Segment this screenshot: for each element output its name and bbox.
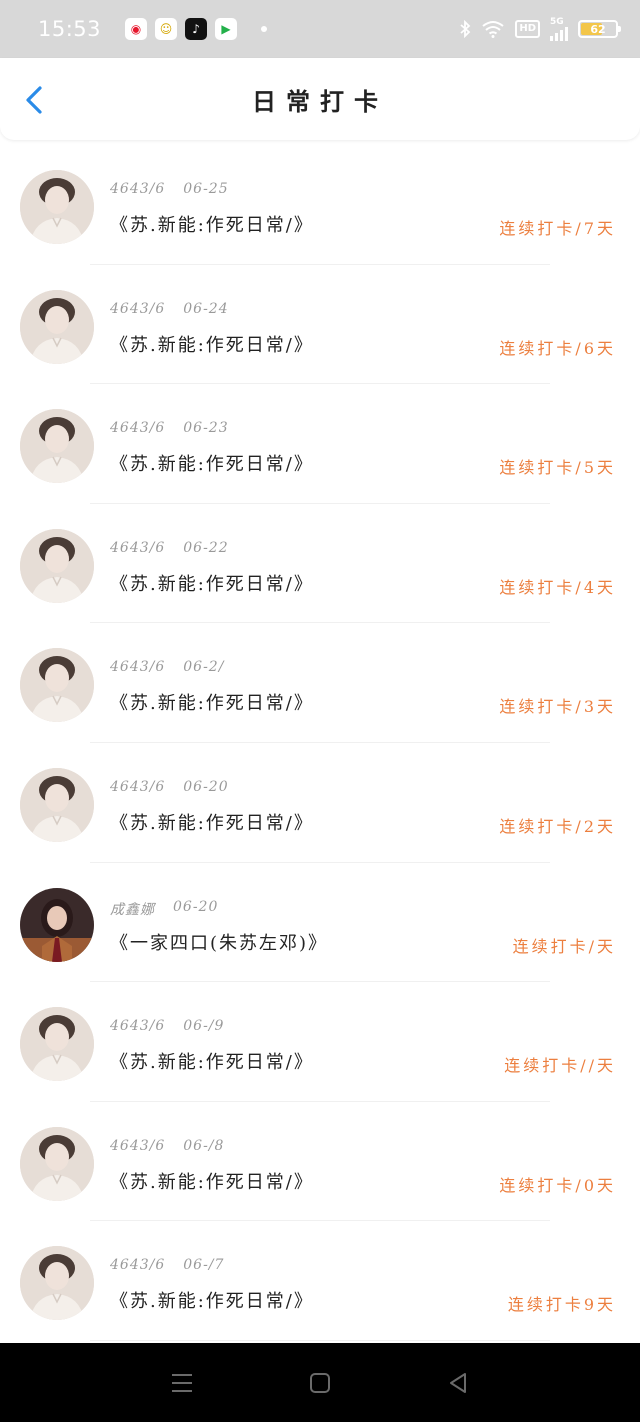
- checkin-list-item[interactable]: 成鑫娜 06-20 《一家四口(朱苏左邓)》 连续打卡/天: [0, 863, 640, 983]
- entry-title[interactable]: 《苏.新能:作死日常/》: [110, 1287, 314, 1313]
- more-notifications-dot: [261, 26, 268, 32]
- status-right: HD 5G 62: [459, 16, 621, 41]
- streak-label: 连续打卡/3天: [499, 697, 616, 717]
- entry-title[interactable]: 《苏.新能:作死日常/》: [110, 1168, 314, 1194]
- back-button[interactable]: [20, 82, 50, 118]
- entry-date: 06-/9: [183, 1018, 225, 1035]
- checkin-list-item[interactable]: 4643/6 06-/7 《苏.新能:作死日常/》 连续打卡9天: [0, 1221, 640, 1341]
- entry-username: 4643/6: [110, 1018, 166, 1035]
- menu-icon: [172, 1373, 192, 1392]
- checkin-list: 4643/6 06-25 《苏.新能:作死日常/》 连续打卡/7天 4643/6…: [0, 145, 640, 1341]
- page-title: 日常打卡: [252, 86, 388, 116]
- entry-title[interactable]: 《一家四口(朱苏左邓)》: [110, 929, 328, 955]
- battery-level: 62: [590, 22, 606, 36]
- app-header: 日常打卡: [0, 58, 640, 140]
- checkin-list-item[interactable]: 4643/6 06-20 《苏.新能:作死日常/》 连续打卡/2天: [0, 743, 640, 863]
- checkin-list-item[interactable]: 4643/6 06-22 《苏.新能:作死日常/》 连续打卡/4天: [0, 504, 640, 624]
- video-app-icon: ▶: [215, 18, 238, 40]
- streak-label: 连续打卡/天: [512, 936, 616, 956]
- entry-date: 06-23: [183, 420, 229, 437]
- network-label: 5G: [550, 16, 564, 27]
- home-nav-button[interactable]: [306, 1369, 334, 1397]
- entry-date: 06-20: [173, 898, 219, 915]
- wifi-icon: [481, 20, 505, 38]
- weibo-app-icon: ◉: [125, 18, 148, 40]
- entry-title[interactable]: 《苏.新能:作死日常/》: [110, 689, 314, 715]
- avatar[interactable]: [20, 887, 94, 962]
- streak-label: 连续打卡9天: [507, 1295, 616, 1315]
- entry-title[interactable]: 《苏.新能:作死日常/》: [110, 331, 314, 357]
- entry-username: 4643/6: [110, 420, 166, 437]
- notes-app-icon: ☺: [155, 18, 178, 40]
- streak-label: 连续打卡/7天: [499, 219, 616, 238]
- entry-meta: 4643/6 06-25: [110, 181, 229, 197]
- entry-title[interactable]: 《苏.新能:作死日常/》: [110, 450, 314, 476]
- home-square-icon: [310, 1372, 330, 1393]
- avatar[interactable]: [20, 409, 94, 484]
- checkin-list-item[interactable]: 4643/6 06-23 《苏.新能:作死日常/》 连续打卡/5天: [0, 384, 640, 504]
- checkin-list-item[interactable]: 4643/6 06-/9 《苏.新能:作死日常/》 连续打卡//天: [0, 982, 640, 1102]
- entry-meta: 成鑫娜 06-20: [110, 899, 218, 919]
- entry-username: 4643/6: [110, 1137, 166, 1154]
- entry-title[interactable]: 《苏.新能:作死日常/》: [110, 1048, 314, 1074]
- avatar[interactable]: [20, 528, 94, 603]
- back-triangle-icon: [450, 1372, 466, 1393]
- signal-icon: 5G: [550, 16, 568, 41]
- tiktok-app-icon: ♪: [185, 18, 208, 40]
- entry-date: 06-2/: [183, 659, 225, 676]
- streak-label: 连续打卡//天: [504, 1056, 616, 1076]
- entry-date: 06-24: [183, 300, 229, 317]
- streak-label: 连续打卡/6天: [499, 338, 616, 358]
- divider: [90, 1339, 550, 1341]
- entry-username: 4643/6: [110, 300, 166, 317]
- avatar[interactable]: [20, 648, 94, 723]
- entry-meta: 4643/6 06-23: [110, 420, 229, 436]
- entry-date: 06-20: [183, 778, 229, 795]
- entry-date: 06-/7: [183, 1257, 225, 1274]
- streak-label: 连续打卡/2天: [499, 816, 616, 836]
- back-arrow-icon: [26, 86, 42, 114]
- avatar[interactable]: [20, 1126, 94, 1201]
- avatar[interactable]: [20, 1246, 94, 1321]
- entry-date: 06-25: [183, 181, 229, 197]
- status-time: 15:53: [38, 17, 102, 41]
- streak-label: 连续打卡/5天: [499, 458, 616, 478]
- entry-meta: 4643/6 06-22: [110, 540, 229, 556]
- entry-date: 06-/8: [183, 1137, 225, 1154]
- entry-username: 4643/6: [110, 778, 166, 795]
- menu-nav-button[interactable]: [168, 1369, 196, 1397]
- entry-title[interactable]: 《苏.新能:作死日常/》: [110, 570, 314, 596]
- avatar[interactable]: [20, 1007, 94, 1082]
- system-nav-bar: [0, 1343, 640, 1422]
- entry-meta: 4643/6 06-24: [110, 301, 229, 317]
- avatar[interactable]: [20, 170, 94, 244]
- battery-icon: 62: [578, 20, 621, 38]
- entry-meta: 4643/6 06-20: [110, 779, 229, 795]
- entry-title[interactable]: 《苏.新能:作死日常/》: [110, 809, 314, 835]
- back-nav-button[interactable]: [444, 1369, 472, 1397]
- checkin-list-item[interactable]: 4643/6 06-24 《苏.新能:作死日常/》 连续打卡/6天: [0, 265, 640, 385]
- entry-meta: 4643/6 06-/9: [110, 1018, 224, 1034]
- hd-badge: HD: [515, 20, 540, 38]
- checkin-list-item[interactable]: 4643/6 06-2/ 《苏.新能:作死日常/》 连续打卡/3天: [0, 623, 640, 743]
- streak-label: 连续打卡/0天: [499, 1175, 616, 1195]
- entry-username: 4643/6: [110, 181, 166, 197]
- checkin-list-item[interactable]: 4643/6 06-/8 《苏.新能:作死日常/》 连续打卡/0天: [0, 1102, 640, 1222]
- status-bar: 15:53 ◉ ☺ ♪ ▶ HD 5G 62: [0, 0, 640, 58]
- entry-meta: 4643/6 06-/7: [110, 1257, 224, 1273]
- entry-username: 成鑫娜: [110, 901, 155, 918]
- entry-date: 06-22: [183, 539, 229, 556]
- entry-title[interactable]: 《苏.新能:作死日常/》: [110, 211, 314, 237]
- avatar[interactable]: [20, 767, 94, 842]
- checkin-list-item[interactable]: 4643/6 06-25 《苏.新能:作死日常/》 连续打卡/7天: [0, 145, 640, 265]
- avatar[interactable]: [20, 289, 94, 364]
- entry-meta: 4643/6 06-/8: [110, 1138, 224, 1154]
- entry-meta: 4643/6 06-2/: [110, 659, 224, 675]
- notification-icons: ◉ ☺ ♪ ▶: [125, 18, 268, 40]
- entry-username: 4643/6: [110, 659, 166, 676]
- entry-username: 4643/6: [110, 539, 166, 556]
- entry-username: 4643/6: [110, 1257, 166, 1274]
- bluetooth-icon: [459, 20, 471, 38]
- streak-label: 连续打卡/4天: [499, 577, 616, 597]
